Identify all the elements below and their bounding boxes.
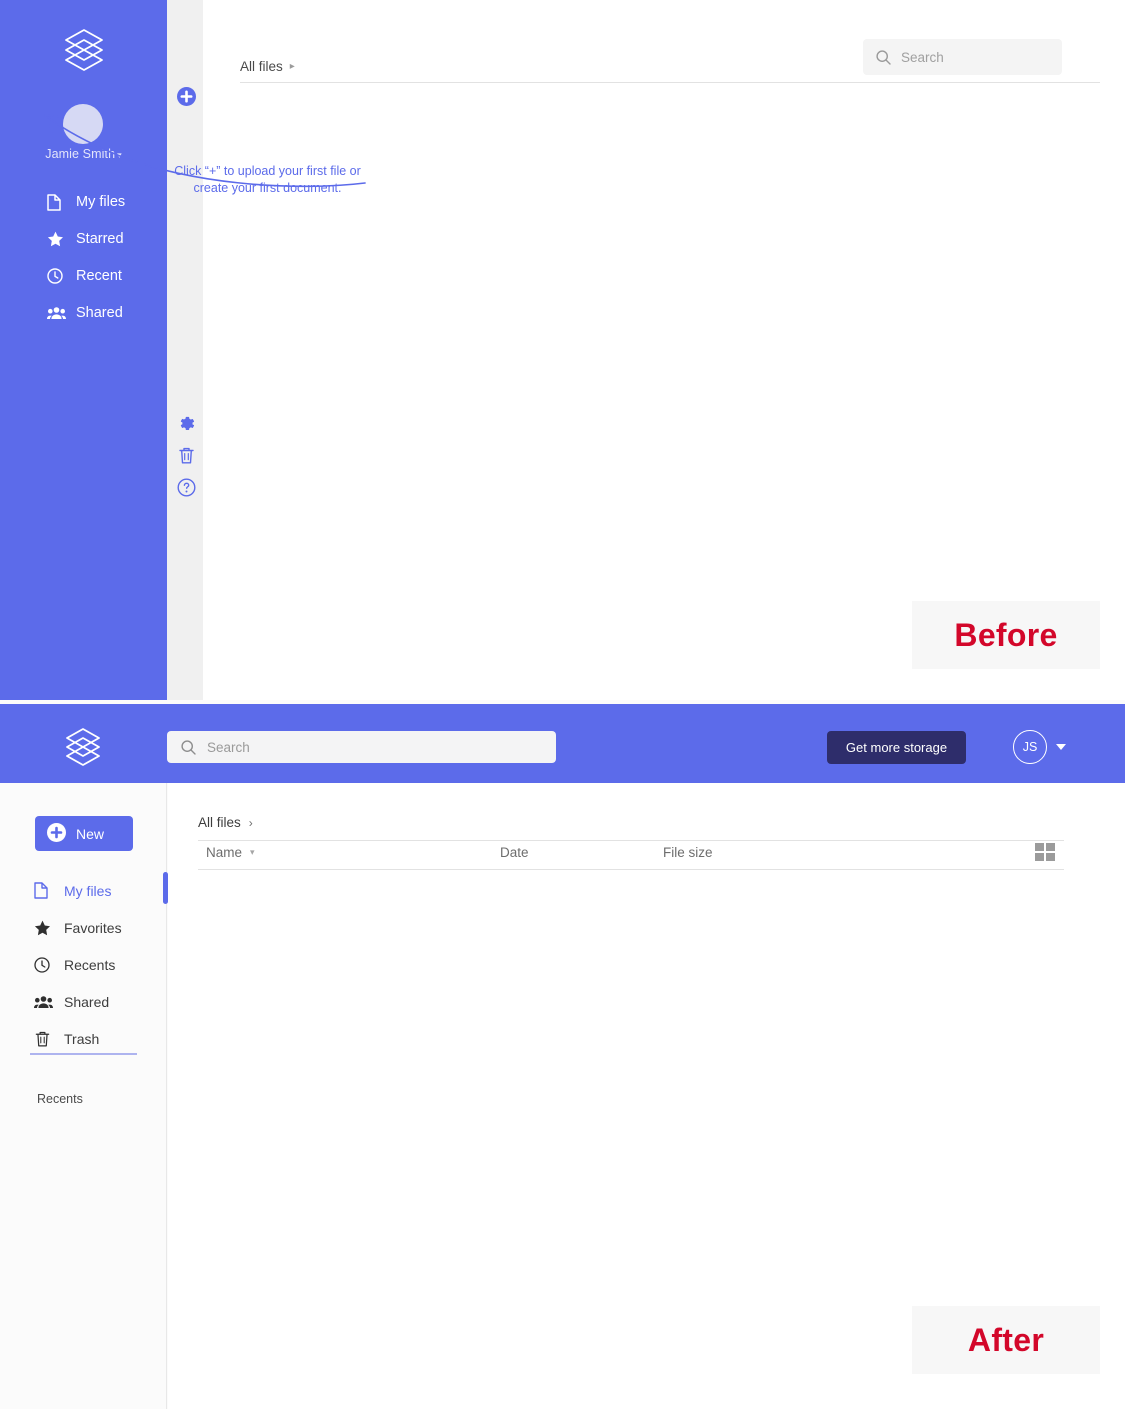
avatar[interactable]: JS bbox=[1013, 730, 1047, 764]
divider bbox=[198, 869, 1064, 870]
sidebar-item-label: Shared bbox=[76, 305, 123, 321]
after-nav: My files Favorites Recents Shared Trash bbox=[0, 878, 167, 1063]
help-circle-icon[interactable] bbox=[177, 478, 196, 497]
before-label-box: Before bbox=[912, 601, 1100, 669]
rail-bottom-actions bbox=[177, 414, 196, 510]
chevron-down-icon[interactable] bbox=[1056, 744, 1066, 750]
breadcrumb[interactable]: All files › bbox=[198, 815, 253, 830]
sidebar-item-recents[interactable]: Recents bbox=[0, 952, 167, 977]
sidebar-item-my-files[interactable]: My files bbox=[0, 188, 167, 216]
before-screenshot: Jamie Smith ▾ My files Starred Recent Sh… bbox=[0, 0, 1125, 700]
divider bbox=[198, 840, 1064, 841]
search-input[interactable]: Search bbox=[863, 39, 1062, 75]
sidebar-item-label: Recent bbox=[76, 268, 122, 284]
before-sidebar: Jamie Smith ▾ My files Starred Recent Sh… bbox=[0, 0, 167, 700]
before-label: Before bbox=[954, 616, 1058, 653]
breadcrumb[interactable]: All files ▸ bbox=[240, 59, 295, 74]
people-icon bbox=[47, 306, 69, 320]
star-icon bbox=[47, 231, 69, 247]
sidebar-item-recent[interactable]: Recent bbox=[0, 262, 167, 290]
stacked-layers-logo-icon bbox=[63, 726, 103, 768]
sidebar-section-recents: Recents bbox=[37, 1092, 83, 1106]
search-placeholder: Search bbox=[901, 49, 944, 65]
sidebar-item-label: Favorites bbox=[64, 919, 122, 936]
get-more-storage-label: Get more storage bbox=[845, 740, 948, 755]
avatar-initials: JS bbox=[1022, 740, 1038, 754]
after-label: After bbox=[967, 1321, 1045, 1358]
after-sidebar: New My files Favorites Recents Shared Tr… bbox=[0, 783, 167, 1409]
sidebar-item-label: Starred bbox=[76, 231, 124, 247]
sidebar-item-my-files[interactable]: My files bbox=[0, 878, 167, 903]
breadcrumb-label: All files bbox=[240, 59, 283, 74]
chevron-down-icon: ▾ bbox=[117, 150, 122, 160]
people-icon bbox=[34, 995, 56, 1009]
screenshot-root: Jamie Smith ▾ My files Starred Recent Sh… bbox=[0, 0, 1125, 1409]
trash-icon bbox=[34, 1030, 56, 1048]
sidebar-item-label: My files bbox=[76, 194, 126, 210]
clock-icon bbox=[47, 268, 69, 284]
sidebar-item-trash[interactable]: Trash bbox=[0, 1026, 167, 1051]
get-more-storage-button[interactable]: Get more storage bbox=[827, 731, 966, 764]
gear-icon[interactable] bbox=[177, 414, 196, 433]
column-header-name[interactable]: Name ▾ bbox=[206, 845, 255, 860]
chevron-right-icon: ▸ bbox=[289, 61, 295, 72]
sidebar-item-shared[interactable]: Shared bbox=[0, 989, 167, 1014]
sidebar-item-favorites[interactable]: Favorites bbox=[0, 915, 167, 940]
before-nav: My files Starred Recent Shared bbox=[0, 188, 167, 336]
clock-icon bbox=[34, 956, 56, 973]
sidebar-item-starred[interactable]: Starred bbox=[0, 225, 167, 253]
search-placeholder: Search bbox=[207, 739, 250, 755]
divider bbox=[240, 82, 1100, 83]
search-input[interactable]: Search bbox=[167, 731, 556, 763]
after-topbar: Search Get more storage JS bbox=[0, 704, 1125, 783]
search-icon bbox=[181, 739, 196, 755]
before-main-panel: All files ▸ Search bbox=[203, 0, 1125, 700]
trash-icon[interactable] bbox=[177, 446, 196, 465]
sidebar-item-label: Recents bbox=[64, 956, 116, 973]
add-button[interactable] bbox=[177, 87, 196, 106]
sidebar-item-label: Trash bbox=[64, 1030, 100, 1047]
column-header-date[interactable]: Date bbox=[500, 845, 529, 860]
avatar bbox=[63, 104, 103, 144]
username-label: Jamie Smith bbox=[45, 147, 116, 161]
sidebar-item-label: My files bbox=[64, 882, 112, 899]
new-button-label: New bbox=[76, 825, 105, 842]
file-icon bbox=[34, 882, 56, 899]
file-icon bbox=[47, 193, 69, 211]
new-button[interactable]: New bbox=[35, 816, 133, 851]
after-screenshot: Search Get more storage JS New My files … bbox=[0, 700, 1125, 1409]
user-menu[interactable]: Jamie Smith ▾ bbox=[0, 147, 167, 161]
search-icon bbox=[876, 49, 891, 65]
sidebar-divider bbox=[30, 1053, 137, 1055]
plus-circle-icon bbox=[47, 822, 66, 845]
column-header-file-size[interactable]: File size bbox=[663, 845, 713, 860]
sidebar-item-label: Shared bbox=[64, 993, 110, 1010]
column-header-label: Name bbox=[206, 845, 243, 860]
star-icon bbox=[34, 920, 56, 936]
annotation-text-before: Click “+” to upload your first file or c… bbox=[174, 164, 361, 195]
sort-caret-icon: ▾ bbox=[250, 847, 255, 857]
chevron-right-icon: › bbox=[248, 815, 253, 830]
breadcrumb-label: All files bbox=[198, 815, 241, 830]
sidebar-item-shared[interactable]: Shared bbox=[0, 299, 167, 327]
after-label-box: After bbox=[912, 1306, 1100, 1374]
stacked-layers-logo-icon bbox=[62, 27, 106, 73]
grid-view-icon[interactable] bbox=[1035, 843, 1055, 862]
